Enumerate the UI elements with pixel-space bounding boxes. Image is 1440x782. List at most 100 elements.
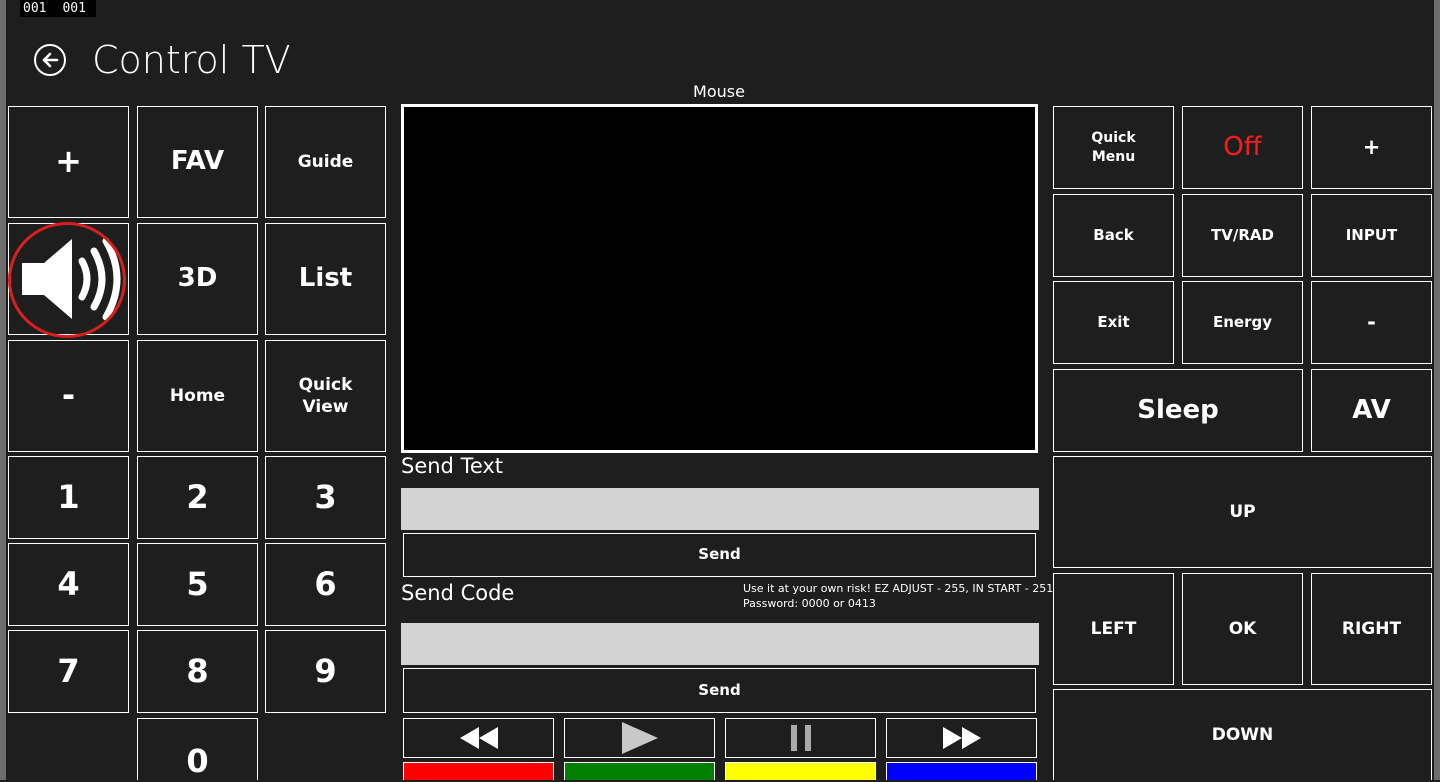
mouse-label: Mouse xyxy=(693,82,745,101)
channel-down-button[interactable]: - xyxy=(1311,281,1432,364)
yellow-key-button[interactable] xyxy=(725,762,876,780)
up-button[interactable]: UP xyxy=(1053,456,1432,568)
send-code-label: Send Code xyxy=(401,581,515,605)
quick-menu-label-1: Quick xyxy=(1091,130,1136,147)
ok-button[interactable]: OK xyxy=(1182,573,1303,685)
channel-down-label: - xyxy=(1367,309,1376,334)
pause-icon xyxy=(790,725,811,751)
fav-label: FAV xyxy=(170,146,225,177)
digit-label: 6 xyxy=(314,564,337,603)
send-text-label: Send Text xyxy=(401,454,504,478)
down-button[interactable]: DOWN xyxy=(1053,689,1432,780)
blue-key-button[interactable] xyxy=(886,762,1037,780)
back-button[interactable]: Back xyxy=(1053,194,1174,277)
digit-1-button[interactable]: 1 xyxy=(8,456,129,539)
fast-forward-button[interactable] xyxy=(886,718,1037,758)
send-text-input[interactable] xyxy=(401,488,1039,530)
power-off-button[interactable]: Off xyxy=(1182,106,1303,189)
digit-7-button[interactable]: 7 xyxy=(8,630,129,713)
green-key-button[interactable] xyxy=(564,762,715,780)
back-arrow-button[interactable] xyxy=(34,44,66,76)
page-title: Control TV xyxy=(92,38,291,82)
list-button[interactable]: List xyxy=(265,223,386,335)
up-label: UP xyxy=(1229,501,1256,522)
digit-label: 4 xyxy=(57,564,80,603)
play-icon xyxy=(621,722,658,754)
3d-label: 3D xyxy=(177,263,218,294)
digit-8-button[interactable]: 8 xyxy=(137,630,258,713)
mute-highlight-ring xyxy=(8,222,126,338)
right-label: RIGHT xyxy=(1341,618,1402,639)
tv-rad-button[interactable]: TV/RAD xyxy=(1182,194,1303,277)
exit-button[interactable]: Exit xyxy=(1053,281,1174,364)
warning-line-1: Use it at your own risk! EZ ADJUST - 255… xyxy=(743,582,1054,595)
back-label: Back xyxy=(1093,225,1134,244)
digit-label: 5 xyxy=(186,564,209,603)
mouse-touchpad[interactable] xyxy=(401,104,1038,453)
exit-label: Exit xyxy=(1097,312,1130,331)
back-arrow-icon xyxy=(42,52,59,68)
send-code-button[interactable]: Send xyxy=(403,668,1036,713)
volume-down-button[interactable]: - xyxy=(8,340,129,452)
home-label: Home xyxy=(169,385,226,406)
digit-label: 1 xyxy=(57,477,80,516)
sleep-label: Sleep xyxy=(1137,394,1219,425)
left-edge-strip xyxy=(0,0,6,780)
left-button[interactable]: LEFT xyxy=(1053,573,1174,685)
sleep-button[interactable]: Sleep xyxy=(1053,369,1303,452)
digit-label: 9 xyxy=(314,651,337,690)
digit-label: 8 xyxy=(186,651,209,690)
rewind-icon xyxy=(459,727,498,749)
digit-label: 7 xyxy=(57,651,80,690)
av-label: AV xyxy=(1352,394,1391,425)
guide-label: Guide xyxy=(297,151,354,172)
frame-counter: 001 001 xyxy=(20,0,96,17)
input-label: INPUT xyxy=(1345,225,1398,244)
tv-rad-label: TV/RAD xyxy=(1211,225,1274,244)
digit-2-button[interactable]: 2 xyxy=(137,456,258,539)
digit-0-button[interactable]: 0 xyxy=(137,718,258,780)
fast-forward-icon xyxy=(942,727,981,749)
digit-9-button[interactable]: 9 xyxy=(265,630,386,713)
quick-view-label-2: View xyxy=(302,397,349,417)
quick-view-label-1: Quick xyxy=(298,374,353,395)
input-button[interactable]: INPUT xyxy=(1311,194,1432,277)
send-code-button-label: Send xyxy=(698,680,741,699)
channel-up-button[interactable]: + xyxy=(1311,106,1432,189)
counter-a: 001 xyxy=(23,1,47,16)
send-text-button-label: Send xyxy=(698,545,741,564)
send-text-button[interactable]: Send xyxy=(403,533,1036,577)
quick-view-button[interactable]: Quick View xyxy=(265,340,386,452)
digit-5-button[interactable]: 5 xyxy=(137,543,258,626)
digit-label: 2 xyxy=(186,477,209,516)
digit-label: 0 xyxy=(186,741,209,780)
quick-menu-button[interactable]: Quick Menu xyxy=(1053,106,1174,189)
digit-3-button[interactable]: 3 xyxy=(265,456,386,539)
channel-up-label: + xyxy=(1362,134,1381,159)
digit-6-button[interactable]: 6 xyxy=(265,543,386,626)
list-label: List xyxy=(298,263,353,294)
power-off-label: Off xyxy=(1223,131,1262,162)
rewind-button[interactable] xyxy=(403,718,554,758)
warning-line-2: Password: 0000 or 0413 xyxy=(743,597,876,610)
red-key-button[interactable] xyxy=(403,762,554,780)
send-code-input[interactable] xyxy=(401,623,1039,665)
av-button[interactable]: AV xyxy=(1311,369,1432,452)
volume-up-button[interactable]: + xyxy=(8,106,129,218)
guide-button[interactable]: Guide xyxy=(265,106,386,218)
right-edge-strip xyxy=(1434,0,1440,780)
down-label: DOWN xyxy=(1211,724,1274,745)
energy-label: Energy xyxy=(1212,312,1272,331)
fav-button[interactable]: FAV xyxy=(137,106,258,218)
ok-label: OK xyxy=(1228,618,1257,639)
volume-down-label: - xyxy=(61,376,76,415)
digit-4-button[interactable]: 4 xyxy=(8,543,129,626)
home-button[interactable]: Home xyxy=(137,340,258,452)
right-button[interactable]: RIGHT xyxy=(1311,573,1432,685)
play-button[interactable] xyxy=(564,718,715,758)
energy-button[interactable]: Energy xyxy=(1182,281,1303,364)
3d-button[interactable]: 3D xyxy=(137,223,258,335)
counter-b: 001 xyxy=(62,1,86,16)
pause-button[interactable] xyxy=(725,718,876,758)
digit-label: 3 xyxy=(314,477,337,516)
